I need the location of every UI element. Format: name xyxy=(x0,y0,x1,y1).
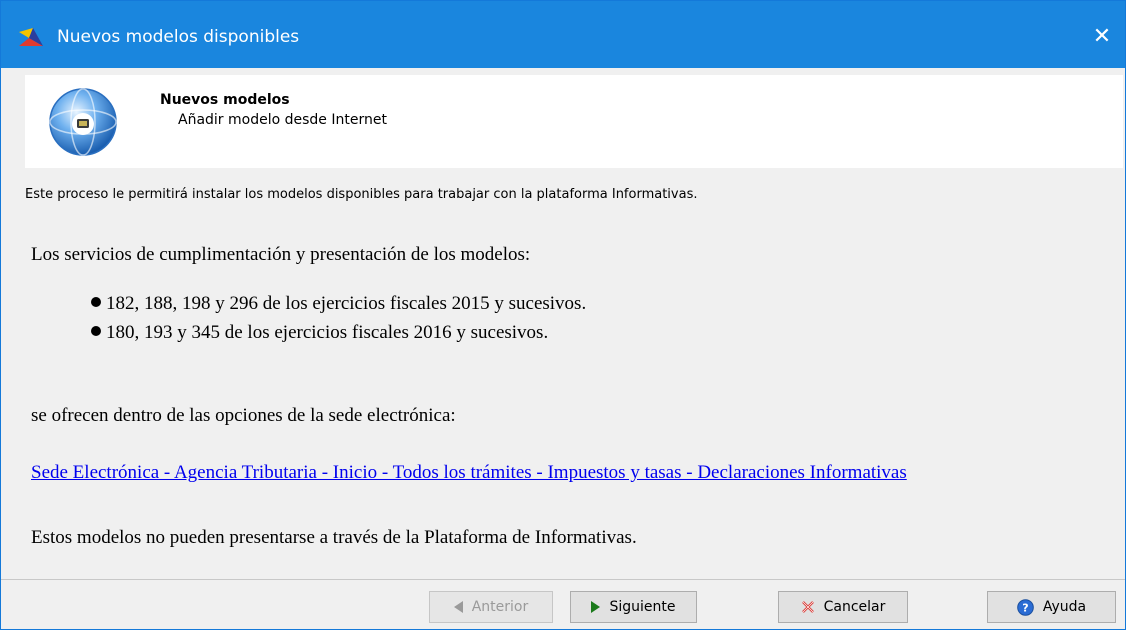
list-item-text: 180, 193 y 345 de los ejercicios fiscale… xyxy=(106,322,549,343)
anterior-button[interactable]: Anterior xyxy=(429,591,553,623)
content-panel: Los servicios de cumplimentación y prese… xyxy=(25,227,1123,579)
help-icon: ? xyxy=(1017,598,1034,616)
arrow-right-icon xyxy=(591,601,601,613)
bullet-dot xyxy=(91,297,101,307)
sede-paragraph: se ofrecen dentro de las opciones de la … xyxy=(31,405,456,426)
list-item-text: 182, 188, 198 y 296 de los ejercicios fi… xyxy=(106,293,587,314)
app-logo-icon xyxy=(19,28,43,46)
list-item: 180, 193 y 345 de los ejercicios fiscale… xyxy=(91,322,548,344)
sede-electronica-link[interactable]: Sede Electrónica - Agencia Tributaria - … xyxy=(31,462,907,484)
ayuda-button[interactable]: ? Ayuda xyxy=(987,591,1116,623)
ayuda-label: Ayuda xyxy=(1042,599,1087,615)
bullet-dot xyxy=(91,326,101,336)
note-paragraph: Estos modelos no pueden presentarse a tr… xyxy=(31,527,637,548)
svg-text:?: ? xyxy=(1022,601,1028,614)
dialog-window: Nuevos modelos disponibles ✕ Nuevos mode… xyxy=(0,0,1126,630)
window-title: Nuevos modelos disponibles xyxy=(57,27,300,47)
cancel-icon xyxy=(801,601,814,613)
list-item: 182, 188, 198 y 296 de los ejercicios fi… xyxy=(91,293,586,315)
header-title: Nuevos modelos xyxy=(160,92,290,108)
title-bar[interactable]: Nuevos modelos disponibles ✕ xyxy=(1,1,1125,68)
cancelar-label: Cancelar xyxy=(823,599,886,615)
services-paragraph: Los servicios de cumplimentación y prese… xyxy=(31,244,531,265)
intro-text: Este proceso le permitirá instalar los m… xyxy=(25,187,698,202)
globe-icon xyxy=(49,88,117,156)
close-icon[interactable]: ✕ xyxy=(1079,19,1125,55)
siguiente-button[interactable]: Siguiente xyxy=(570,591,697,623)
cancelar-button[interactable]: Cancelar xyxy=(778,591,908,623)
header-subtitle: Añadir modelo desde Internet xyxy=(178,112,387,128)
header-panel: Nuevos modelos Añadir modelo desde Inter… xyxy=(25,75,1123,168)
anterior-label: Anterior xyxy=(471,599,529,615)
siguiente-label: Siguiente xyxy=(609,599,676,615)
footer-divider xyxy=(1,579,1125,580)
arrow-left-icon xyxy=(453,601,463,613)
